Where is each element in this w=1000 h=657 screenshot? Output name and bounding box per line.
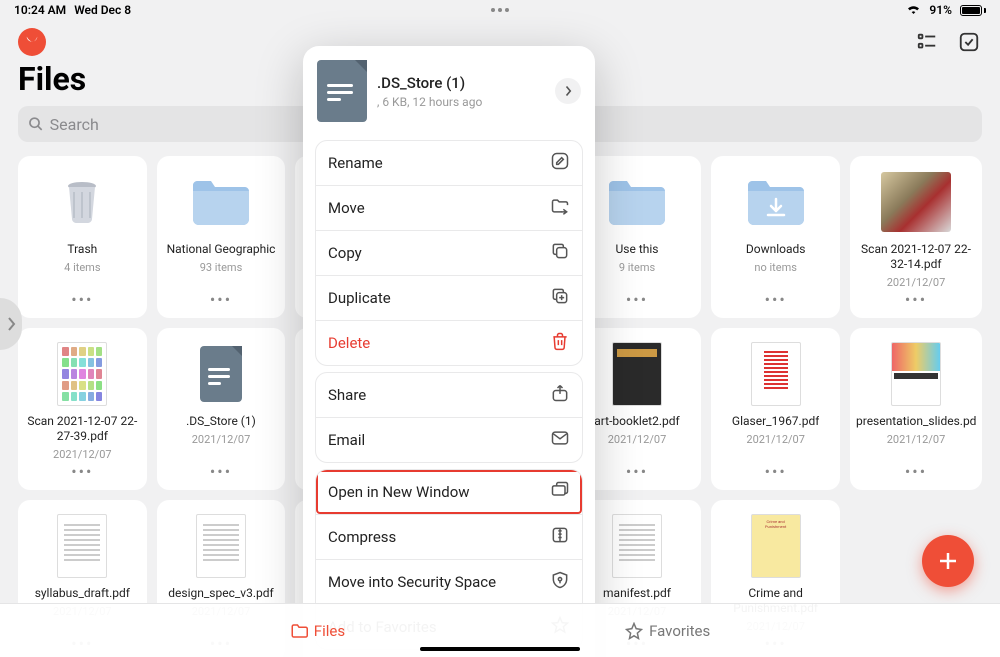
tile-thumbnail — [47, 344, 117, 404]
tile-more-button[interactable]: ••• — [626, 292, 648, 312]
tile-thumbnail — [741, 344, 811, 404]
tile-name: .DS_Store (1) — [186, 414, 256, 429]
tile-thumbnail — [881, 172, 951, 232]
tile-more-button[interactable]: ••• — [626, 464, 648, 484]
tile-name: art-booklet2.pdf — [594, 414, 679, 429]
window-icon — [550, 480, 570, 504]
tile-thumbnail — [47, 516, 117, 576]
status-bar: 10:24 AM Wed Dec 8 91% — [0, 0, 1000, 20]
search-icon — [28, 116, 44, 132]
context-menu: .DS_Store (1) , 6 KB, 12 hours ago Renam… — [303, 46, 595, 657]
menu-open-in-new-window[interactable]: Open in New Window — [316, 470, 582, 514]
duplicate-icon — [550, 286, 570, 310]
tile-more-button[interactable]: ••• — [210, 464, 232, 484]
file-tile[interactable]: National Geographic 93 items ••• — [157, 156, 286, 318]
file-tile[interactable]: Trash 4 items ••• — [18, 156, 147, 318]
file-tile[interactable]: .DS_Store (1) 2021/12/07 ••• — [157, 328, 286, 490]
tile-more-button[interactable]: ••• — [210, 292, 232, 312]
tile-thumbnail — [602, 516, 672, 576]
tile-thumbnail — [602, 344, 672, 404]
tile-name: Downloads — [746, 242, 806, 257]
status-time: 10:24 AM — [14, 3, 66, 17]
tile-thumbnail — [602, 172, 672, 232]
tile-meta: 2021/12/07 — [887, 433, 946, 446]
tile-meta: 4 items — [64, 261, 100, 274]
tile-meta: 9 items — [619, 261, 655, 274]
tile-thumbnail — [881, 344, 951, 404]
context-title: .DS_Store (1) — [377, 74, 482, 92]
share-icon — [550, 383, 570, 407]
view-list-button[interactable] — [914, 29, 940, 55]
menu-compress[interactable]: Compress — [316, 514, 582, 559]
wifi-icon — [906, 3, 921, 17]
tile-name: Scan 2021-12-07 22-27-39.pdf — [24, 414, 141, 444]
tile-name: Use this — [616, 242, 659, 257]
archive-icon — [550, 525, 570, 549]
tile-thumbnail — [186, 344, 256, 404]
context-subtitle: , 6 KB, 12 hours ago — [377, 95, 482, 109]
copy-icon — [550, 241, 570, 265]
folder-icon — [290, 622, 308, 640]
file-tile[interactable]: presentation_slides.pdf 2021/12/07 ••• — [850, 328, 982, 490]
tile-meta: no items — [754, 261, 797, 274]
tile-more-button[interactable]: ••• — [905, 292, 927, 312]
tile-thumbnail — [741, 172, 811, 232]
tile-name: Glaser_1967.pdf — [732, 414, 819, 429]
tile-name: syllabus_draft.pdf — [35, 586, 130, 601]
menu-rename[interactable]: Rename — [316, 141, 582, 185]
tile-name: Trash — [67, 242, 97, 257]
context-header[interactable]: .DS_Store (1) , 6 KB, 12 hours ago — [303, 46, 595, 134]
move-icon — [550, 196, 570, 220]
edit-icon — [550, 151, 570, 175]
tile-more-button[interactable]: ••• — [905, 464, 927, 484]
add-button[interactable] — [922, 535, 974, 587]
tab-files[interactable]: Files — [290, 622, 345, 640]
tile-more-button[interactable]: ••• — [71, 464, 93, 484]
file-tile[interactable]: Glaser_1967.pdf 2021/12/07 ••• — [711, 328, 840, 490]
tab-favorites[interactable]: Favorites — [625, 622, 710, 640]
app-logo[interactable] — [18, 28, 46, 56]
menu-copy[interactable]: Copy — [316, 230, 582, 275]
tile-name: Scan 2021-12-07 22-32-14.pdf — [856, 242, 976, 272]
select-button[interactable] — [956, 29, 982, 55]
tile-meta: 2021/12/07 — [53, 448, 112, 461]
menu-move-into-security-space[interactable]: Move into Security Space — [316, 559, 582, 604]
trash-icon — [550, 331, 570, 355]
status-date: Wed Dec 8 — [74, 3, 131, 17]
tile-meta: 2021/12/07 — [608, 433, 667, 446]
menu-duplicate[interactable]: Duplicate — [316, 275, 582, 320]
menu-delete[interactable]: Delete — [316, 320, 582, 365]
file-tile[interactable]: Scan 2021-12-07 22-32-14.pdf 2021/12/07 … — [850, 156, 982, 318]
tile-meta: 2021/12/07 — [887, 276, 946, 289]
shield-icon — [550, 570, 570, 594]
battery-icon — [960, 5, 986, 16]
menu-share[interactable]: Share — [316, 373, 582, 417]
file-tile[interactable]: Downloads no items ••• — [711, 156, 840, 318]
tile-name: presentation_slides.pdf — [856, 414, 976, 429]
file-tile[interactable]: Scan 2021-12-07 22-27-39.pdf 2021/12/07 … — [18, 328, 147, 490]
tile-meta: 2021/12/07 — [192, 433, 251, 446]
tile-name: National Geographic — [167, 242, 276, 257]
tile-thumbnail — [186, 172, 256, 232]
tile-meta: 2021/12/07 — [746, 433, 805, 446]
tile-name: design_spec_v3.pdf — [168, 586, 273, 601]
file-doc-icon — [317, 60, 367, 122]
tile-thumbnail — [47, 172, 117, 232]
tile-thumbnail — [186, 516, 256, 576]
battery-pct: 91% — [929, 3, 952, 17]
tile-thumbnail: Crime and Punishment — [741, 516, 811, 576]
star-icon — [625, 622, 643, 640]
home-indicator[interactable] — [420, 647, 580, 651]
multitask-dots[interactable] — [491, 8, 509, 12]
tile-more-button[interactable]: ••• — [765, 464, 787, 484]
mail-icon — [550, 428, 570, 452]
tile-meta: 93 items — [200, 261, 243, 274]
tile-name: manifest.pdf — [603, 586, 671, 601]
chevron-right-icon[interactable] — [555, 78, 581, 104]
tile-more-button[interactable]: ••• — [765, 292, 787, 312]
menu-move[interactable]: Move — [316, 185, 582, 230]
menu-email[interactable]: Email — [316, 417, 582, 462]
tile-more-button[interactable]: ••• — [71, 292, 93, 312]
